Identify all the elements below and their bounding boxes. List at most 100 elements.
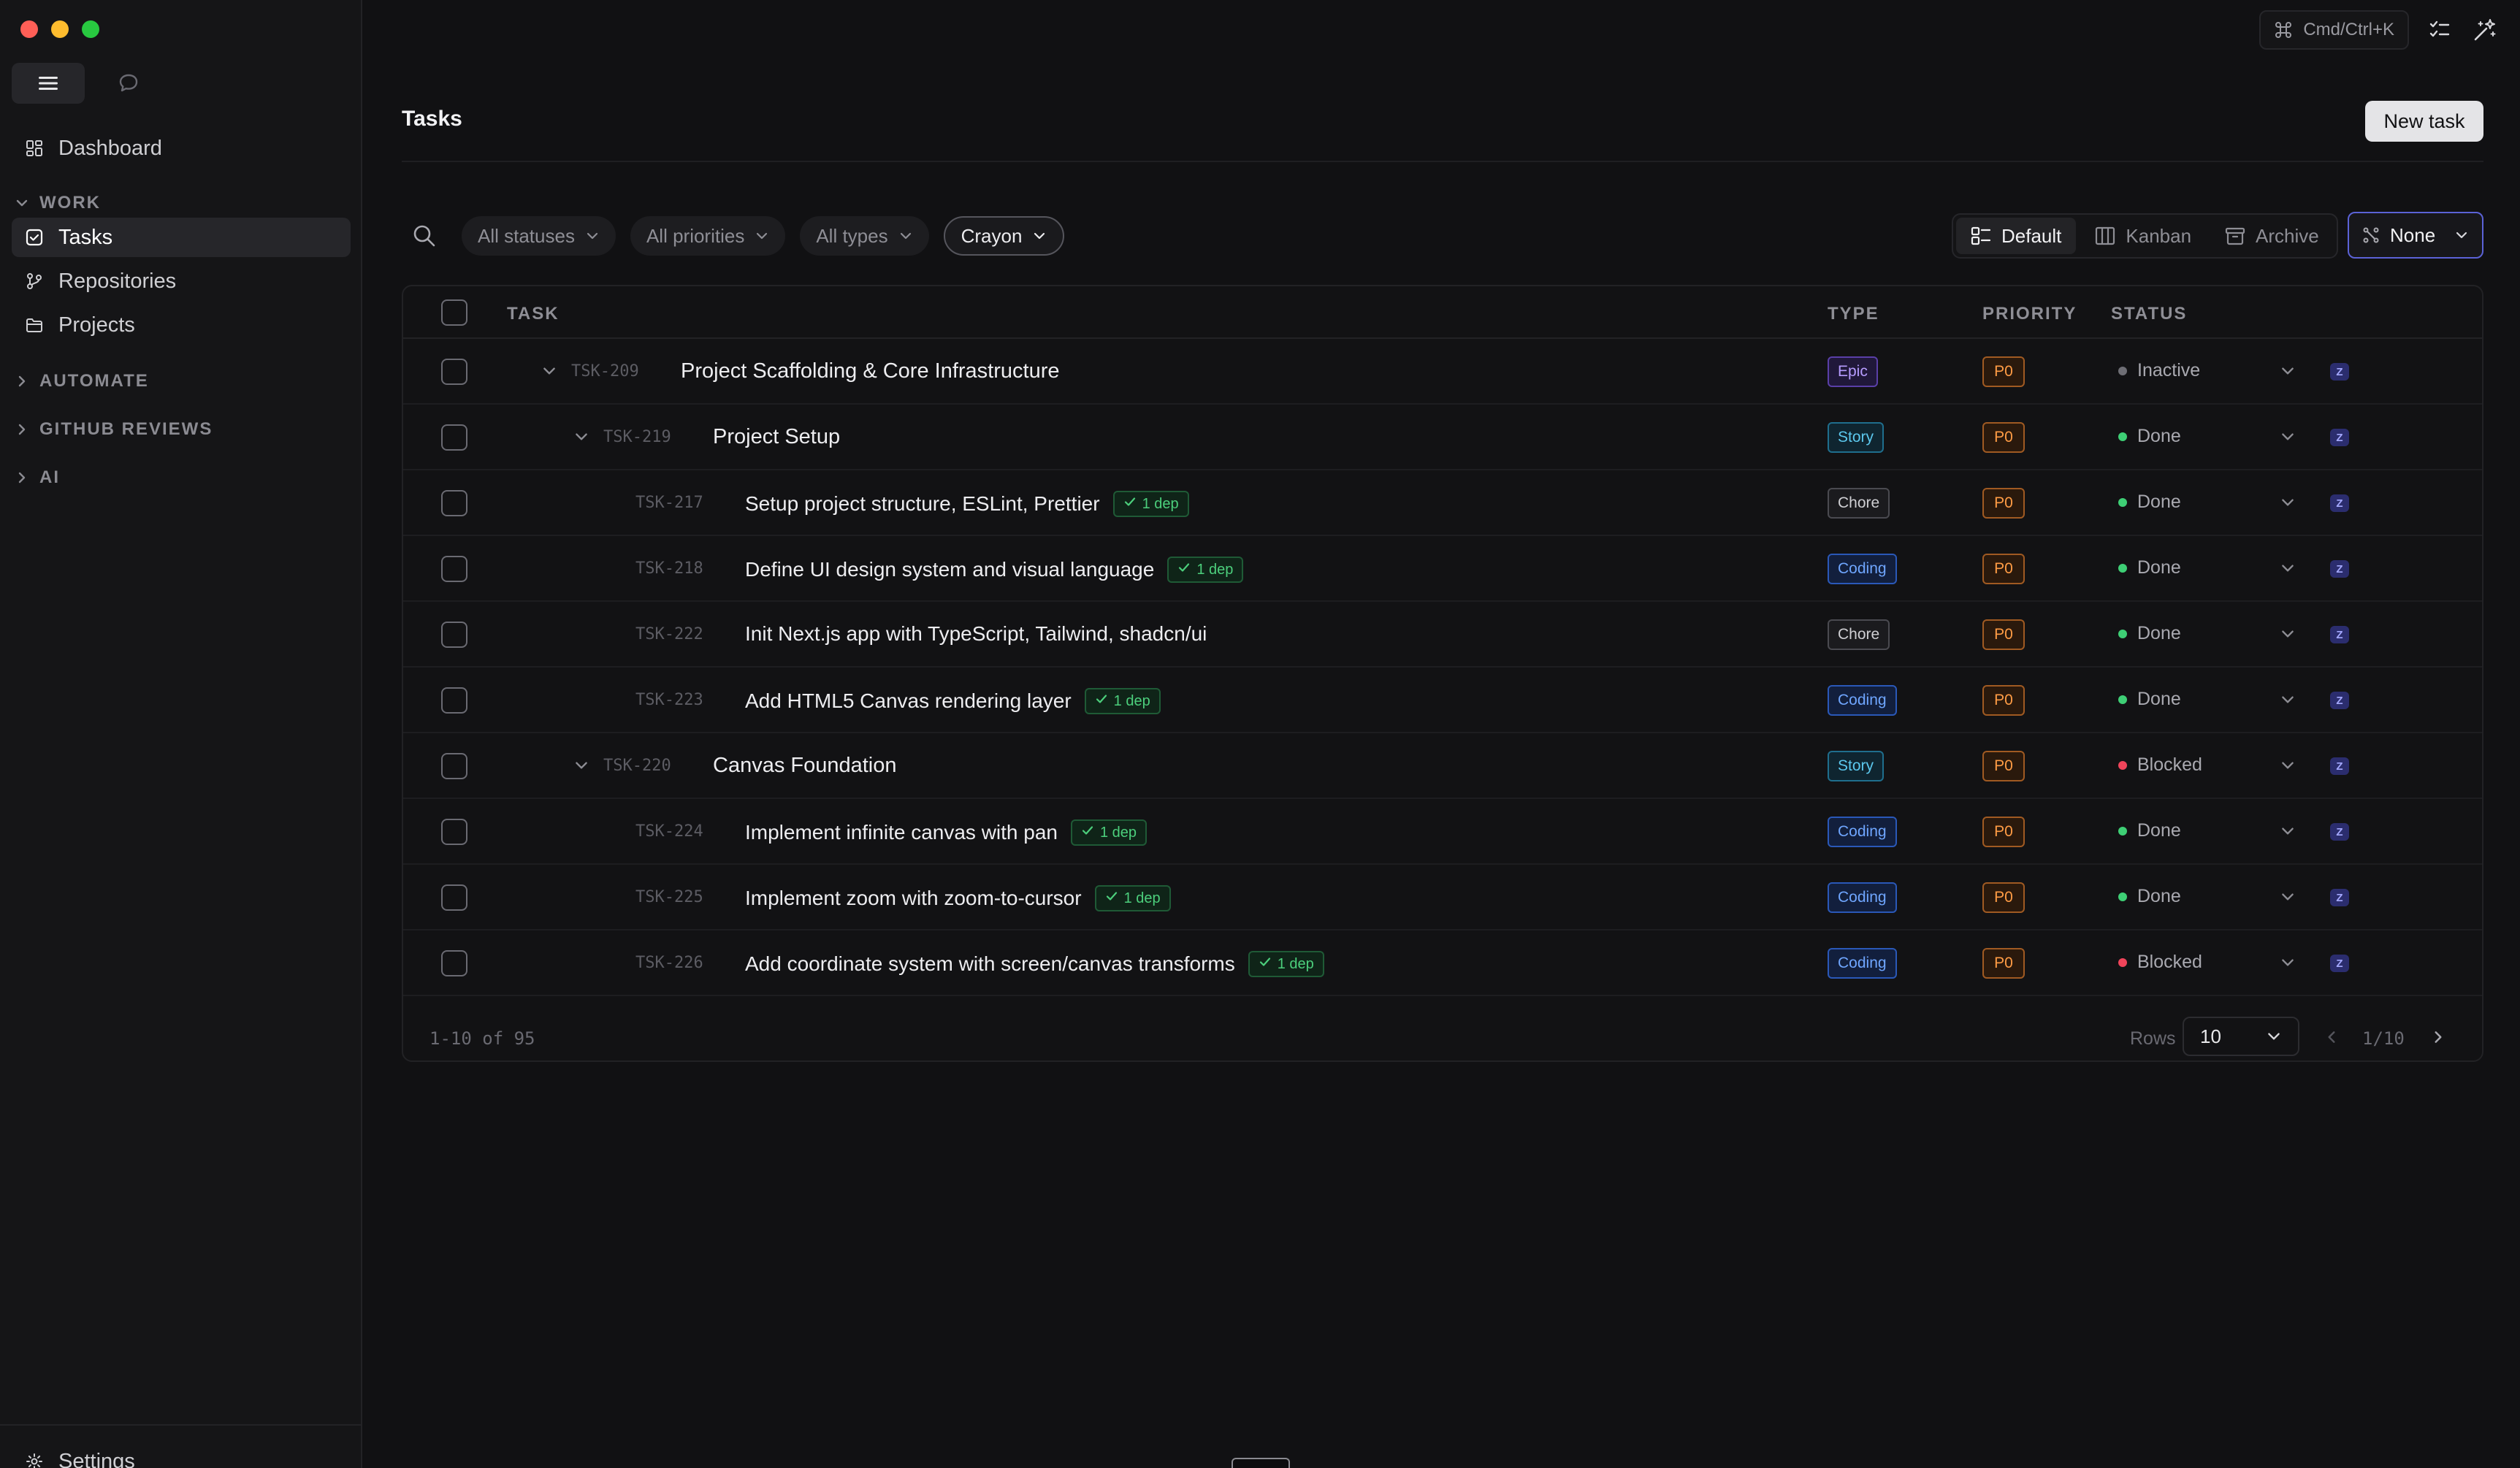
status-dropdown-chevron[interactable] [2277,427,2298,447]
status-cell[interactable]: Blocked [2118,754,2202,776]
nav-tasks[interactable]: Tasks [12,218,351,257]
search-button[interactable] [402,216,447,256]
maximize-window-button[interactable] [82,20,99,38]
task-title-cell[interactable]: Define UI design system and visual langu… [745,557,1244,583]
header-priority[interactable]: PRIORITY [1982,304,2077,324]
table-row[interactable]: TSK-222 Init Next.js app with TypeScript,… [403,602,2482,668]
status-filter[interactable]: All statuses [462,216,616,256]
status-cell[interactable]: Done [2118,886,2181,907]
header-status[interactable]: STATUS [2111,304,2187,324]
status-cell[interactable]: Done [2118,557,2181,578]
chevron-down-icon[interactable] [539,361,560,381]
dependency-badge[interactable]: 1 dep [1167,557,1244,583]
status-cell[interactable]: Blocked [2118,952,2202,973]
task-title-cell[interactable]: Init Next.js app with TypeScript, Tailwi… [745,622,1207,646]
row-checkbox[interactable] [441,687,467,714]
status-cell[interactable]: Inactive [2118,360,2200,381]
assignee-avatar[interactable]: Z [2330,889,2349,906]
task-title-cell[interactable]: Add coordinate system with screen/canvas… [745,951,1324,977]
command-palette-button[interactable]: Cmd/Ctrl+K [2259,10,2409,50]
dependency-badge[interactable]: 1 dep [1094,885,1171,911]
ai-assist-button[interactable] [2470,15,2500,45]
assignee-avatar[interactable]: Z [2330,955,2349,972]
status-dropdown-chevron[interactable] [2277,689,2298,710]
status-cell[interactable]: Done [2118,492,2181,513]
status-dropdown-chevron[interactable] [2277,952,2298,973]
view-kanban-button[interactable]: Kanban [2080,218,2206,254]
project-filter[interactable]: Crayon [943,216,1065,256]
row-checkbox[interactable] [441,819,467,845]
table-row[interactable]: TSK-225 Implement zoom with zoom-to-curso… [403,865,2482,930]
row-checkbox[interactable] [441,556,467,582]
status-dropdown-chevron[interactable] [2277,755,2298,776]
assignee-avatar[interactable]: Z [2330,429,2349,446]
close-window-button[interactable] [20,20,38,38]
row-checkbox[interactable] [441,950,467,976]
group-by-select[interactable]: None [2348,212,2483,259]
view-archive-button[interactable]: Archive [2210,218,2334,254]
table-row[interactable]: TSK-209 Project Scaffolding & Core Infras… [403,339,2482,405]
next-page-button[interactable] [2427,1025,2450,1049]
task-title-cell[interactable]: Implement zoom with zoom-to-cursor 1 dep [745,885,1171,911]
section-automate[interactable]: AUTOMATE [15,371,149,391]
table-row[interactable]: TSK-224 Implement infinite canvas with pa… [403,799,2482,865]
dependency-badge[interactable]: 1 dep [1071,819,1148,846]
assignee-avatar[interactable]: Z [2330,560,2349,578]
minimize-window-button[interactable] [51,20,69,38]
row-checkbox[interactable] [441,359,467,385]
assignee-avatar[interactable]: Z [2330,757,2349,775]
chat-button[interactable] [117,72,140,95]
type-filter[interactable]: All types [800,216,929,256]
dependency-badge[interactable]: 1 dep [1248,951,1324,977]
checklist-button[interactable] [2425,15,2454,45]
task-title-cell[interactable]: Canvas Foundation [713,754,897,778]
priority-filter[interactable]: All priorities [630,216,786,256]
row-checkbox[interactable] [441,424,467,451]
status-dropdown-chevron[interactable] [2277,887,2298,907]
assignee-avatar[interactable]: Z [2330,692,2349,709]
section-github-reviews[interactable]: GITHUB REVIEWS [15,419,213,440]
table-row[interactable]: TSK-217 Setup project structure, ESLint, … [403,470,2482,536]
assignee-avatar[interactable]: Z [2330,823,2349,841]
nav-dashboard[interactable]: Dashboard [12,129,351,168]
table-row[interactable]: TSK-226 Add coordinate system with screen… [403,930,2482,996]
task-title-cell[interactable]: Project Scaffolding & Core Infrastructur… [681,359,1060,383]
row-checkbox[interactable] [441,622,467,648]
task-title-cell[interactable]: Implement infinite canvas with pan 1 dep [745,819,1148,846]
nav-repositories[interactable]: Repositories [12,261,351,301]
status-dropdown-chevron[interactable] [2277,821,2298,841]
view-default-button[interactable]: Default [1956,218,2077,254]
table-row[interactable]: TSK-220 Canvas Foundation Story P0 Blocked Z [403,733,2482,799]
chevron-down-icon[interactable] [571,427,592,447]
select-all-checkbox[interactable] [441,299,467,326]
row-checkbox[interactable] [441,490,467,516]
chevron-down-icon[interactable] [571,755,592,776]
status-cell[interactable]: Done [2118,623,2181,644]
task-title-cell[interactable]: Project Setup [713,425,840,449]
status-cell[interactable]: Done [2118,689,2181,710]
dependency-badge[interactable]: 1 dep [1084,688,1161,714]
previous-page-button[interactable] [2320,1025,2343,1049]
section-work[interactable]: WORK [15,193,101,213]
table-row[interactable]: TSK-218 Define UI design system and visua… [403,536,2482,602]
rows-per-page-select[interactable]: 10 [2183,1017,2299,1056]
assignee-avatar[interactable]: Z [2330,494,2349,512]
header-task[interactable]: TASK [507,304,560,324]
row-checkbox[interactable] [441,884,467,911]
task-title-cell[interactable]: Setup project structure, ESLint, Prettie… [745,491,1189,517]
dock-handle[interactable] [1232,1458,1290,1468]
new-task-button[interactable]: New task [2365,101,2483,142]
row-checkbox[interactable] [441,753,467,779]
status-cell[interactable]: Done [2118,426,2181,447]
dependency-badge[interactable]: 1 dep [1112,491,1189,517]
header-type[interactable]: TYPE [1828,304,1879,324]
assignee-avatar[interactable]: Z [2330,626,2349,643]
status-dropdown-chevron[interactable] [2277,492,2298,513]
sidebar-toggle-button[interactable] [12,63,85,104]
section-ai[interactable]: AI [15,467,60,488]
nav-projects[interactable]: Projects [12,305,351,345]
table-row[interactable]: TSK-219 Project Setup Story P0 Done Z [403,405,2482,470]
status-cell[interactable]: Done [2118,820,2181,841]
status-dropdown-chevron[interactable] [2277,361,2298,381]
status-dropdown-chevron[interactable] [2277,558,2298,578]
